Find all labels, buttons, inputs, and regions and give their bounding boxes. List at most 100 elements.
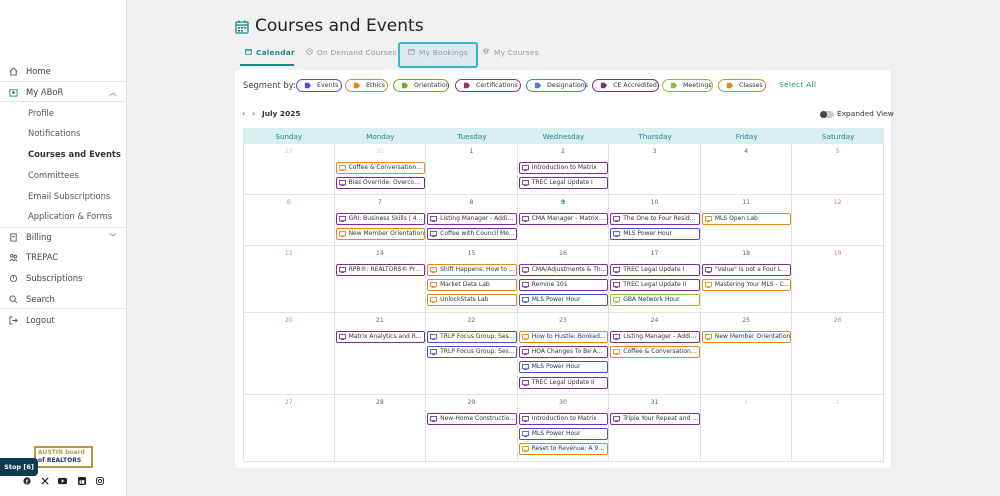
calendar-day-cell[interactable]: 3 [609,144,701,195]
calendar-event[interactable]: Market Data Lab [427,279,517,292]
select-all-link[interactable]: Select All [779,80,816,89]
calendar-event[interactable]: Listing Manager - Adding... [610,331,700,343]
calendar-event[interactable]: Introduction to Matrix [518,413,609,425]
chevron-down-icon[interactable]: ﹀ [109,232,117,243]
calendar-event[interactable]: RPR®: REALTORS® Property ... [335,264,426,276]
calendar-event[interactable]: The One to Four Residenti... [610,213,700,225]
calendar-event[interactable]: MLS Power Hour [518,428,609,441]
day-number: 11 [742,199,751,206]
subnav-committees[interactable]: Committees [28,170,79,180]
youtube-icon[interactable] [58,476,67,485]
calendar-event[interactable]: Remine 101 [518,279,609,292]
chevron-up-icon[interactable]: ︿ [109,87,117,98]
segment-chip-designations[interactable]: Designations [526,79,588,92]
calendar-event[interactable]: TRLP Focus Group: Session... [427,331,517,343]
nav-billing[interactable]: Billing ﹀ [0,231,127,243]
calendar-day-cell[interactable]: 28 [334,395,427,462]
segment-chip-ethics[interactable]: Ethics [345,79,388,92]
calendar-event[interactable]: TREC Legal Update II [610,279,700,292]
subnav-notifications[interactable]: Notifications [28,128,80,138]
calendar-day-cell[interactable]: 25 [700,313,793,395]
calendar-event[interactable]: Mastering Your MLS - Co... [701,279,792,292]
nav-search[interactable]: Search [0,293,127,305]
calendar-event[interactable]: Reset to Revenue: A 90-D... [518,443,609,456]
x-icon[interactable] [40,476,49,485]
segment-chip-events[interactable]: Events [296,79,342,92]
tab-calendar[interactable]: Calendar [245,48,295,57]
calendar-event[interactable]: CMA Manager - Matrix C... [518,213,609,225]
calendar-event[interactable]: UnlockStats Lab [427,294,517,307]
subnav-email-subscriptions[interactable]: Email Subscriptions [28,191,110,201]
segment-chip-orientation[interactable]: Orientation [393,79,450,92]
calendar-day-cell[interactable]: 6 [243,195,335,246]
instagram-icon[interactable] [95,476,104,485]
stop-button[interactable]: Stop [6] [0,458,38,476]
calendar-day-cell[interactable]: 31 [609,395,701,462]
calendar-event[interactable]: Coffee & Conversations: I... [335,162,426,174]
subnav-profile[interactable]: Profile [28,108,54,118]
calendar-event[interactable]: TRLP Focus Group: Sessio... [427,346,517,359]
calendar-day-cell[interactable]: 20 [243,313,335,395]
calendar-event[interactable]: New-Home Construction ... [427,413,517,425]
nav-home[interactable]: Home [0,65,127,77]
subnav-application-forms[interactable]: Application & Forms [28,211,112,221]
calendar-day-cell[interactable]: 1 [426,144,518,195]
segment-chip-classes[interactable]: Classes [718,79,766,92]
calendar-event[interactable]: MLS Open Lab [701,213,792,225]
calendar-event[interactable]: Shift Happens: How to Thr... [427,264,517,276]
tab-my-bookings[interactable]: My Bookings [408,48,468,57]
calendar-day-cell[interactable]: 19 [792,246,884,313]
expanded-view-toggle[interactable] [820,111,834,118]
calendar-day-cell[interactable]: 29 [243,144,335,195]
austin-board-logo[interactable]: AUSTIN board of REALTORS [34,446,93,468]
calendar-event[interactable]: MLS Power Hour [518,361,609,374]
next-month-icon[interactable]: › [252,109,255,118]
calendar-day-cell[interactable]: 29 [426,395,518,462]
calendar-day-cell[interactable]: 27 [243,395,335,462]
calendar-event[interactable]: MLS Power Hour [610,228,700,241]
segment-chip-meetings[interactable]: Meetings [662,79,713,92]
calendar-day-cell[interactable]: 2 [792,395,884,462]
calendar-day-cell[interactable]: 21 [334,313,427,395]
calendar-event[interactable]: GBA Network Hour [610,294,700,307]
calendar-event[interactable]: Coffee & Conversations: I... [610,346,700,359]
calendar-event[interactable]: Introduction to Matrix [518,162,609,174]
calendar-event[interactable]: New Member Orientation [335,228,426,241]
calendar-event[interactable]: CMA/Adjustments & Theo... [518,264,609,276]
tab-on-demand-courses[interactable]: On Demand Courses [306,48,397,57]
prev-month-icon[interactable]: ‹ [242,109,245,118]
calendar-event[interactable]: New Member Orientation [701,331,792,343]
calendar-day-cell[interactable]: 5 [792,144,884,195]
linkedin-icon[interactable] [77,476,86,485]
calendar-day-cell[interactable]: 13 [243,246,335,313]
calendar-day-cell[interactable]: 14 [334,246,427,313]
calendar-event[interactable]: MLS Power Hour [518,294,609,307]
subnav-courses-and-events[interactable]: Courses and Events [28,149,121,159]
calendar-event[interactable]: How to Hustle: Booked &... [518,331,609,343]
nav-my-abor[interactable]: My ABoR ︿ [0,86,127,98]
calendar-event[interactable]: GRI: Business Skills | 4-Da... [335,213,426,225]
calendar-event[interactable]: Triple Your Repeat and Re... [610,413,700,425]
nav-subscriptions[interactable]: Subscriptions [0,272,127,284]
event-title: Introduction to Matrix [531,164,597,171]
calendar-day-cell[interactable]: 1 [700,395,793,462]
segment-chip-certifications[interactable]: Certifications [455,79,521,92]
calendar-day-cell[interactable]: 12 [792,195,884,246]
calendar-event[interactable]: Matrix Analytics and Rep... [335,331,426,343]
facebook-icon[interactable]: f [22,476,31,485]
segment-chip-ce-accredited[interactable]: CE Accredited [592,79,659,92]
calendar-event[interactable]: TREC Legal Update I [518,177,609,190]
event-title: TREC Legal Update I [531,179,593,187]
calendar-event[interactable]: TREC Legal Update I [610,264,700,276]
calendar-day-cell[interactable]: 26 [792,313,884,395]
calendar-event[interactable]: HOA Changes To Be Awar... [518,346,609,359]
nav-logout[interactable]: Logout [0,314,127,326]
calendar-event[interactable]: Bias Override: Overcomin... [335,177,426,190]
calendar-day-cell[interactable]: 4 [700,144,793,195]
nav-trepac[interactable]: TREPAC [0,251,127,263]
calendar-event[interactable]: "Value" is not a Four Lette... [701,264,792,276]
calendar-event[interactable]: Listing Manager - Adding... [427,213,517,225]
calendar-event[interactable]: TREC Legal Update II [518,376,609,389]
calendar-event[interactable]: Coffee with Council Mem... [427,228,517,241]
tab-my-courses[interactable]: My Courses [482,48,539,57]
